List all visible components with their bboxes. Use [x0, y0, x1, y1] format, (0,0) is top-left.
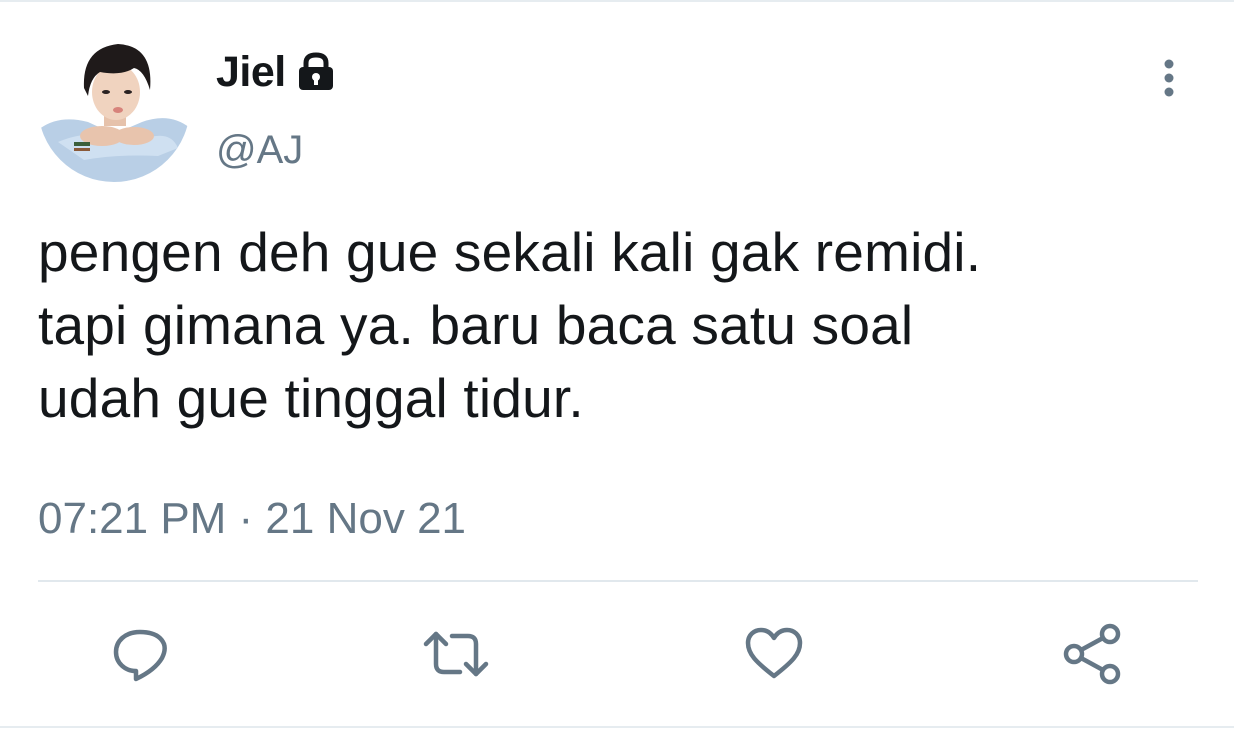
retweet-icon — [420, 622, 489, 686]
tweet-text-line: tapi gimana ya. baru baca satu soal — [38, 294, 914, 356]
lock-icon — [294, 50, 338, 94]
like-button[interactable] — [742, 622, 806, 686]
reply-icon — [108, 622, 172, 686]
user-handle[interactable]: @AJ — [216, 128, 303, 173]
tweet-timestamp[interactable]: 07:21 PM · 21 Nov 21 — [38, 494, 466, 544]
share-button[interactable] — [1060, 622, 1124, 686]
reply-button[interactable] — [108, 622, 172, 686]
more-vertical-icon[interactable] — [1154, 56, 1184, 100]
divider — [38, 580, 1198, 582]
tweet-text-line: pengen deh gue sekali kali gak remidi. — [38, 221, 982, 283]
bottom-divider — [0, 726, 1234, 728]
avatar[interactable] — [38, 30, 190, 182]
retweet-button[interactable] — [420, 622, 489, 686]
tweet-card: Jiel @AJ pengen deh gue sekali kali gak … — [0, 0, 1234, 744]
author-name-row: Jiel — [216, 46, 338, 98]
display-name[interactable]: Jiel — [216, 48, 286, 97]
tweet-text-line: udah gue tinggal tidur. — [38, 367, 584, 429]
heart-icon — [742, 622, 806, 686]
share-icon — [1060, 622, 1124, 686]
tweet-text: pengen deh gue sekali kali gak remidi. t… — [38, 216, 1188, 435]
